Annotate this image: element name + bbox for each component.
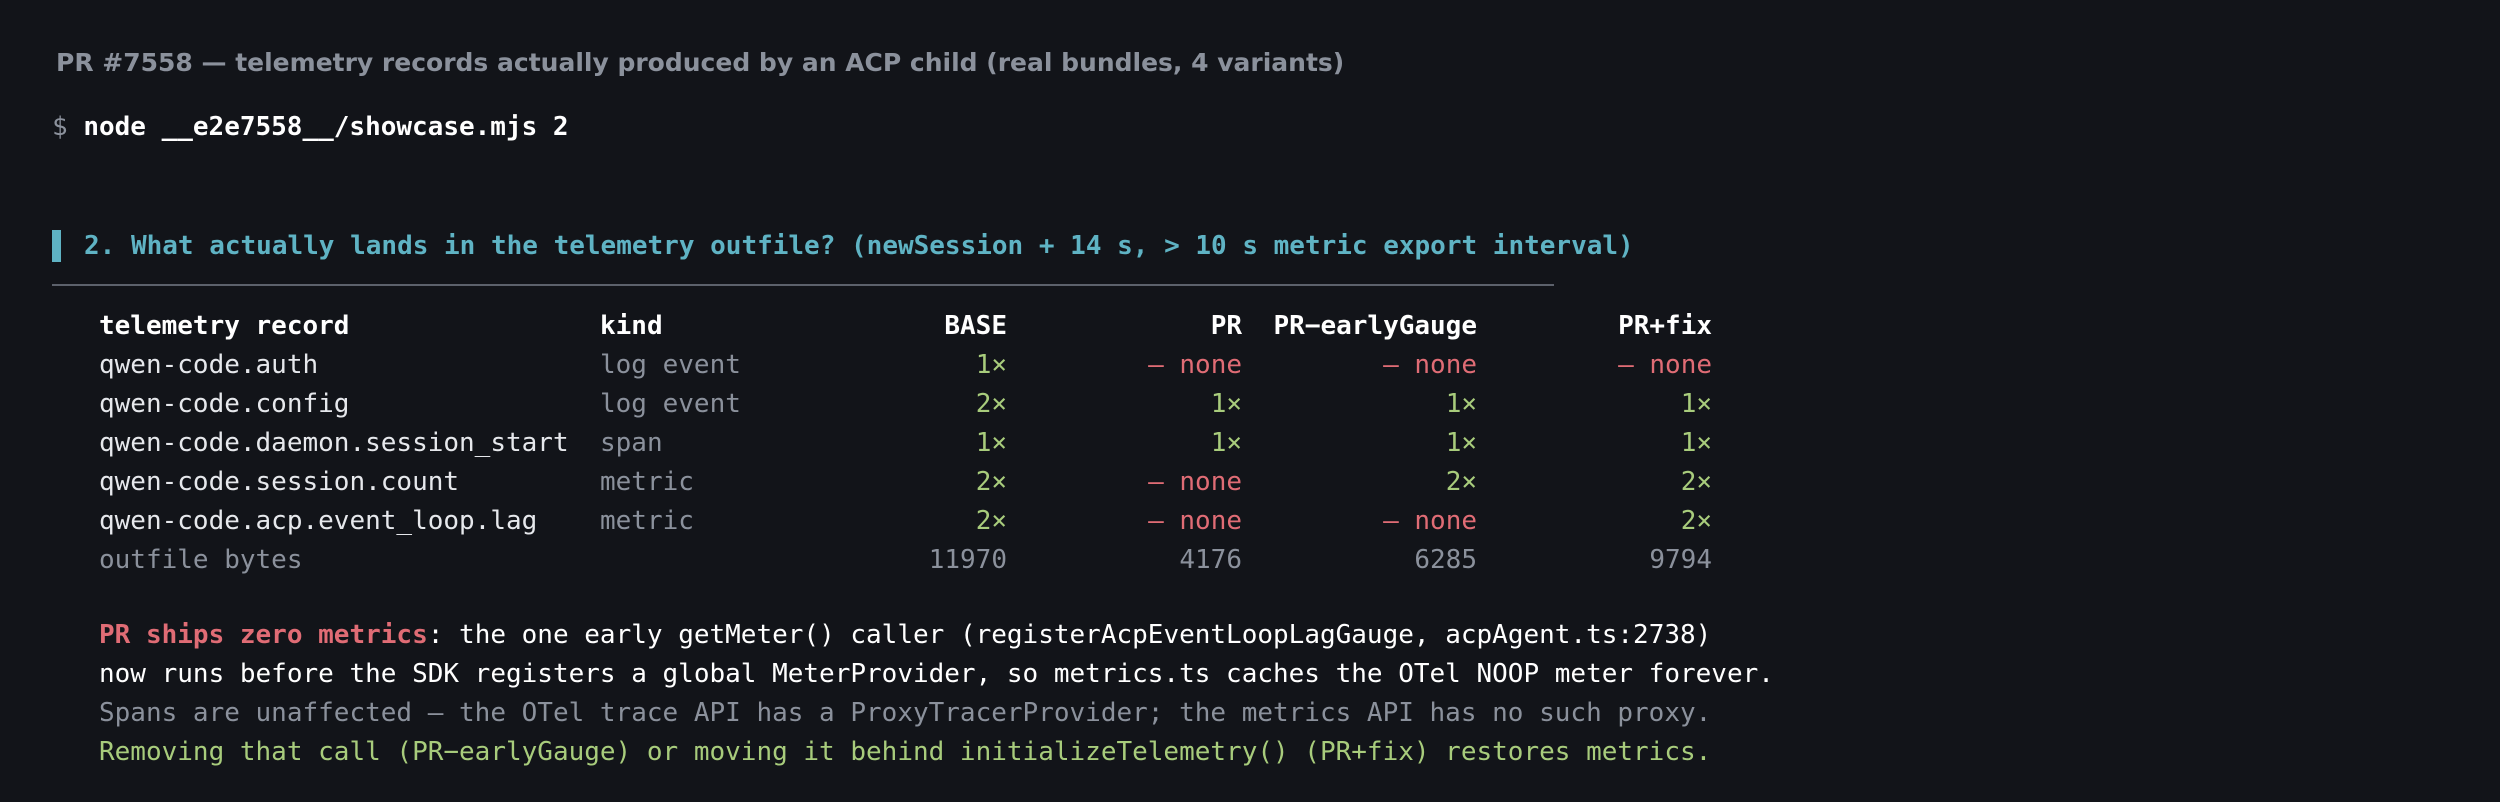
section-marker-icon	[52, 230, 61, 262]
column-header-pr: PR	[1210, 310, 1242, 341]
record-name: qwen-code.session.count	[99, 466, 460, 497]
table-footer-row: outfile bytes 11970 4176 6285 9794	[99, 540, 1712, 579]
column-header-kind: kind	[600, 310, 663, 341]
page-title: PR #7558 — telemetry records actually pr…	[56, 48, 1345, 77]
table-header-row: telemetry record kind BASE PR PR−earlyGa…	[99, 306, 1712, 345]
pr-fix-value: 1×	[1680, 427, 1712, 458]
pr-fix-value: – none	[1618, 349, 1712, 380]
record-name: qwen-code.config	[99, 388, 350, 419]
pr-early-gauge-value: – none	[1383, 349, 1477, 380]
pr-early-gauge-value: 1×	[1445, 388, 1477, 419]
outfile-bytes-label: outfile bytes	[99, 544, 303, 575]
pr-fix-bytes: 9794	[1649, 544, 1712, 575]
pr-fix-value: 2×	[1680, 466, 1712, 497]
record-kind: metric	[600, 466, 694, 497]
record-kind: metric	[600, 505, 694, 536]
table-row: qwen-code.session.count metric 2× – none…	[99, 462, 1712, 501]
record-name: qwen-code.acp.event_loop.lag	[99, 505, 538, 536]
table-row: qwen-code.auth log event 1× – none – non…	[99, 345, 1712, 384]
pr-early-gauge-bytes: 6285	[1414, 544, 1477, 575]
record-kind: log event	[600, 388, 741, 419]
note-line-1: PR ships zero metrics: the one early get…	[99, 616, 1774, 655]
pr-bytes: 4176	[1179, 544, 1242, 575]
column-header-record: telemetry record	[99, 310, 350, 341]
pr-fix-value: 1×	[1680, 388, 1712, 419]
table-row: qwen-code.acp.event_loop.lag metric 2× –…	[99, 501, 1712, 540]
base-value: 1×	[975, 427, 1007, 458]
record-name: qwen-code.auth	[99, 349, 319, 380]
pr-value: – none	[1148, 466, 1242, 497]
command-text: node __e2e7558__/showcase.mjs 2	[83, 112, 569, 142]
pr-value: 1×	[1210, 427, 1242, 458]
note-line-3: Spans are unaffected — the OTel trace AP…	[99, 698, 1712, 728]
warning-highlight: PR ships zero metrics	[99, 620, 428, 650]
table-row: qwen-code.daemon.session_start span 1× 1…	[99, 423, 1712, 462]
pr-early-gauge-value: 1×	[1445, 427, 1477, 458]
section-title: 2. What actually lands in the telemetry …	[84, 231, 1634, 261]
section-heading: 2. What actually lands in the telemetry …	[52, 230, 1634, 262]
notes-block: PR ships zero metrics: the one early get…	[99, 616, 1774, 772]
note-line-1-text: : the one early getMeter() caller (regis…	[427, 620, 1712, 650]
base-value: 1×	[975, 349, 1007, 380]
table-row: qwen-code.config log event 2× 1× 1× 1×	[99, 384, 1712, 423]
base-value: 2×	[975, 505, 1007, 536]
pr-value: 1×	[1210, 388, 1242, 419]
record-kind: span	[600, 427, 663, 458]
telemetry-table: telemetry record kind BASE PR PR−earlyGa…	[99, 306, 1712, 579]
shell-prompt: $	[52, 112, 68, 142]
outfile-bytes-kind	[600, 540, 807, 579]
column-header-pr-early-gauge: PR−earlyGauge	[1273, 310, 1478, 341]
pr-early-gauge-value: 2×	[1445, 466, 1477, 497]
column-header-pr-fix: PR+fix	[1618, 310, 1712, 341]
column-header-base: BASE	[944, 310, 1007, 341]
note-line-2: now runs before the SDK registers a glob…	[99, 659, 1774, 689]
record-kind: log event	[600, 349, 741, 380]
base-value: 2×	[975, 466, 1007, 497]
pr-fix-value: 2×	[1680, 505, 1712, 536]
pr-value: – none	[1148, 505, 1242, 536]
section-divider	[52, 284, 1554, 286]
pr-early-gauge-value: – none	[1383, 505, 1477, 536]
pr-value: – none	[1148, 349, 1242, 380]
command-line: $ node __e2e7558__/showcase.mjs 2	[52, 112, 569, 142]
record-name: qwen-code.daemon.session_start	[99, 427, 569, 458]
base-bytes: 11970	[928, 544, 1007, 575]
base-value: 2×	[975, 388, 1007, 419]
note-line-4: Removing that call (PR−earlyGauge) or mo…	[99, 737, 1712, 767]
